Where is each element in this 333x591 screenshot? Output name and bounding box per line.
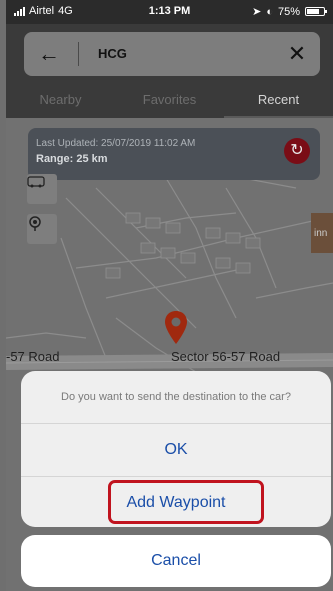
search-bar[interactable]: ← HCG ✕ [24, 32, 320, 76]
battery-fill [307, 9, 319, 14]
road-label-left: -57 Road [6, 349, 60, 364]
tab-nearby[interactable]: Nearby [6, 82, 115, 118]
ok-button[interactable]: OK [21, 424, 331, 477]
battery-icon [305, 7, 327, 16]
map-poi-label: inn [314, 228, 328, 239]
action-sheet-message: Do you want to send the destination to t… [21, 371, 331, 424]
location-arrow-icon: ➤ [252, 6, 262, 18]
map-vehicle-button[interactable] [27, 174, 57, 204]
battery-percent: 75% [277, 5, 300, 18]
refresh-icon[interactable]: ↻ [284, 138, 310, 164]
range-label: Range: 25 km [36, 153, 108, 165]
map-locate-button[interactable] [27, 214, 57, 244]
search-input[interactable]: HCG [98, 46, 127, 61]
alarm-icon: ◐ [266, 5, 273, 18]
tab-bar: Nearby Favorites Recent [6, 82, 333, 118]
arrow-left-icon[interactable]: ← [34, 39, 64, 69]
cancel-button[interactable]: Cancel [21, 535, 331, 587]
tab-favorites[interactable]: Favorites [115, 82, 224, 118]
tab-recent[interactable]: Recent [224, 82, 333, 118]
header: ← HCG ✕ [6, 24, 333, 82]
status-right: ➤ ◐ 75% [252, 5, 327, 18]
car-map-icon [27, 176, 45, 188]
close-icon[interactable]: ✕ [282, 39, 312, 69]
road-label-right: Sector 56-57 Road [171, 349, 281, 364]
screen: Airtel 4G 1:13 PM ➤ ◐ 75% ← HCG ✕ Nearby… [6, 0, 333, 591]
last-updated-label: Last Updated: 25/07/2019 11:02 AM [36, 138, 196, 149]
highlight-frame [108, 480, 264, 524]
search-divider [78, 42, 79, 66]
map-pin-icon[interactable] [164, 310, 188, 346]
status-bar: Airtel 4G 1:13 PM ➤ ◐ 75% [6, 0, 333, 24]
vehicle-info-card: Last Updated: 25/07/2019 11:02 AM Range:… [28, 128, 320, 180]
location-signal-icon [29, 216, 41, 231]
